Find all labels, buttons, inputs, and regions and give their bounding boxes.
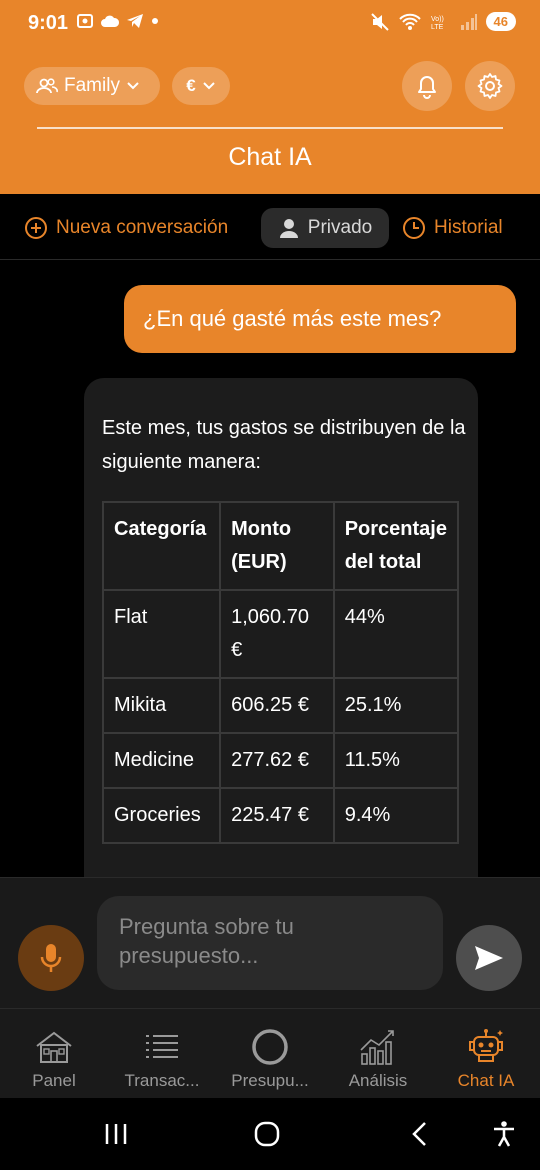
history-button[interactable]: Historial: [402, 208, 503, 248]
nav-item-chat-ia[interactable]: Chat IA: [432, 1025, 540, 1091]
back-icon: [412, 1122, 426, 1146]
expense-table: Categoría Monto (EUR) Porcentaje del tot…: [101, 501, 460, 844]
ai-message-bubble: Este mes, tus gastos se distribuyen de l…: [84, 378, 478, 877]
chevron-down-icon: [203, 82, 215, 90]
back-button[interactable]: [400, 1116, 440, 1152]
clock-icon: [403, 217, 425, 239]
table-cell: 44%: [332, 589, 460, 679]
user-message-bubble: ¿En qué gasté más este mes?: [124, 285, 516, 353]
header-divider: [37, 127, 503, 129]
nav-item-budget[interactable]: Presupu...: [216, 1025, 324, 1091]
new-conversation-button[interactable]: Nueva conversación: [24, 208, 228, 248]
table-cell: 606.25 €: [219, 677, 335, 734]
table-cell: Groceries: [101, 787, 222, 844]
nav-item-transactions[interactable]: Transac...: [108, 1025, 216, 1091]
nav-label: Presupu...: [231, 1071, 309, 1090]
history-label: Historial: [434, 217, 503, 238]
voice-input-button[interactable]: [18, 925, 84, 991]
nav-label: Análisis: [348, 1071, 408, 1090]
table-cell: 11.5%: [332, 732, 460, 789]
message-input-bar: Pregunta sobre tu presupuesto...: [0, 877, 540, 1008]
screenshot-icon: [77, 14, 93, 28]
recent-apps-icon: [105, 1124, 127, 1144]
group-selector[interactable]: Family: [24, 67, 160, 105]
system-navigation-bar: [0, 1098, 540, 1170]
nav-label: Transac...: [124, 1071, 200, 1090]
message-input[interactable]: Pregunta sobre tu presupuesto...: [97, 896, 443, 990]
page-title: Chat IA: [228, 143, 312, 171]
recent-apps-button[interactable]: [96, 1116, 136, 1152]
send-button[interactable]: [456, 925, 522, 991]
cloud-icon: [101, 15, 120, 27]
table-cell: 277.62 €: [219, 732, 335, 789]
home-circle-icon: [254, 1121, 280, 1147]
wifi-icon: [398, 13, 421, 30]
table-cell: 1,060.70 €: [219, 589, 335, 679]
table-row: Flat 1,060.70 € 44%: [101, 589, 460, 679]
currency-selector[interactable]: €: [172, 67, 230, 105]
accessibility-icon: [494, 1121, 514, 1147]
chevron-down-icon: [127, 82, 139, 90]
status-bar: 9:01 Vo)) LTE 46: [0, 0, 540, 48]
table-row: Mikita 606.25 € 25.1%: [101, 677, 460, 734]
table-header-cell: Monto (EUR): [219, 501, 335, 591]
table-cell: Mikita: [101, 677, 222, 734]
telegram-icon: [127, 14, 143, 28]
chat-messages[interactable]: ¿En qué gasté más este mes? Este mes, tu…: [0, 261, 540, 877]
nav-item-analysis[interactable]: Análisis: [324, 1025, 432, 1091]
chat-toolbar: Nueva conversación Privado Historial: [0, 194, 540, 260]
settings-button[interactable]: [465, 61, 515, 111]
home-button[interactable]: [247, 1116, 287, 1152]
ai-message-text: Este mes, tus gastos se distribuyen de l…: [102, 417, 466, 473]
ring-icon: [252, 1029, 288, 1065]
svg-text:Vo)): Vo)): [431, 16, 444, 23]
table-header-row: Categoría Monto (EUR) Porcentaje del tot…: [101, 501, 460, 591]
private-label: Privado: [307, 217, 373, 238]
accessibility-button[interactable]: [484, 1116, 524, 1152]
group-label: Family: [64, 75, 120, 96]
mute-icon: [370, 12, 389, 31]
private-toggle[interactable]: Privado: [261, 208, 389, 248]
plus-circle-icon: [25, 217, 47, 239]
send-icon: [475, 946, 503, 970]
table-cell: 9.4%: [332, 787, 460, 844]
new-conversation-label: Nueva conversación: [56, 217, 229, 238]
lte-icon: Vo))LTE: [431, 16, 444, 31]
nav-item-panel[interactable]: Panel: [0, 1025, 108, 1091]
nav-label: Chat IA: [457, 1071, 515, 1090]
svg-text:LTE: LTE: [431, 24, 444, 31]
bottom-navigation: Panel Transac... Presupu... Análisis Cha…: [0, 1008, 540, 1098]
table-cell: 25.1%: [332, 677, 460, 734]
users-icon: [36, 78, 58, 94]
dot-icon: [152, 18, 158, 24]
table-cell: 225.47 €: [219, 787, 335, 844]
table-row: Groceries 225.47 € 9.4%: [101, 787, 460, 844]
notifications-button[interactable]: [402, 61, 452, 111]
table-header-cell: Porcentaje del total: [332, 501, 460, 591]
app-header: 9:01 Vo)) LTE 46 Family € Chat IA: [0, 0, 540, 194]
user-message-text: ¿En qué gasté más este mes?: [143, 306, 442, 331]
gear-icon: [477, 73, 503, 99]
table-cell: Flat: [101, 589, 222, 679]
status-system-icons: Vo)) LTE 46: [370, 12, 516, 31]
signal-icon: [460, 13, 477, 30]
status-time: 9:01: [28, 12, 69, 34]
microphone-icon: [40, 944, 62, 972]
nav-label: Panel: [32, 1071, 76, 1090]
table-row: Medicine 277.62 € 11.5%: [101, 732, 460, 789]
table-header-cell: Categoría: [101, 501, 222, 591]
battery-indicator: 46: [485, 12, 516, 31]
status-notification-icons: [76, 12, 160, 30]
table-cell: Medicine: [101, 732, 222, 789]
robot-icon: [469, 1029, 503, 1062]
house-icon: [36, 1031, 72, 1063]
list-icon: [146, 1035, 178, 1058]
currency-label: €: [186, 76, 196, 95]
bell-icon: [418, 76, 436, 99]
person-icon: [279, 219, 298, 238]
chart-icon: [360, 1030, 394, 1065]
